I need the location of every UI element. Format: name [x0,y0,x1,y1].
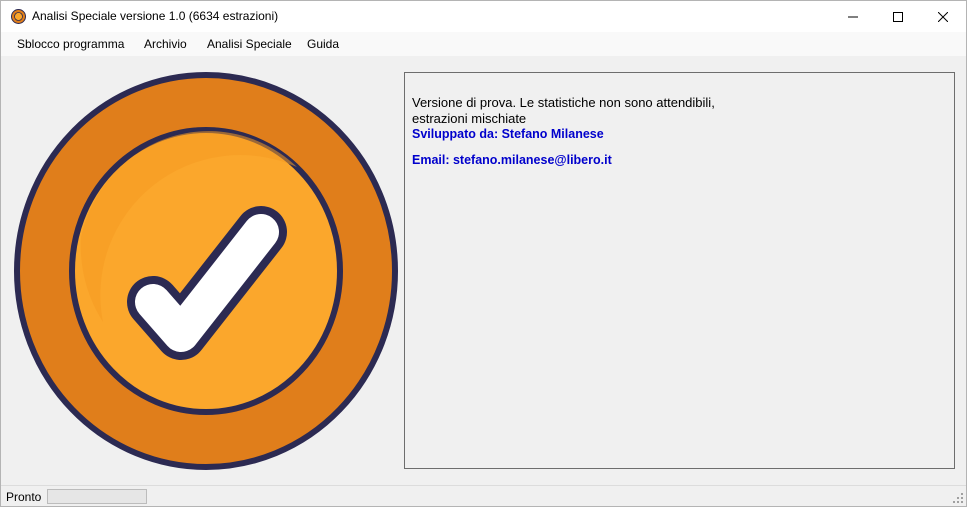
status-label: Pronto [6,490,42,504]
menu-guida[interactable]: Guida [307,37,339,51]
resize-grip-icon[interactable] [953,493,963,503]
info-panel: Versione di prova. Le statistiche non so… [404,72,955,469]
app-window: Analisi Speciale versione 1.0 (6634 estr… [0,0,967,507]
trial-notice-continued: estrazioni mischiate [412,111,527,126]
status-bar: Pronto [1,485,966,506]
window-title: Analisi Speciale versione 1.0 (6634 estr… [32,9,279,23]
trial-notice: Versione di prova. Le statistiche non so… [412,95,715,110]
maximize-button[interactable] [875,1,921,32]
checkmark-badge-icon [14,72,398,470]
close-button[interactable] [920,1,966,32]
minimize-icon [848,16,858,17]
app-icon [11,9,26,24]
title-bar[interactable]: Analisi Speciale versione 1.0 (6634 estr… [1,1,966,32]
minimize-button[interactable] [830,1,876,32]
menu-sblocco-programma[interactable]: Sblocco programma [17,37,124,51]
main-content: Versione di prova. Le statistiche non so… [1,56,966,484]
close-icon [938,11,948,22]
developer-email: Email: stefano.milanese@libero.it [412,153,612,167]
progress-bar [47,489,147,504]
menu-archivio[interactable]: Archivio [144,37,187,51]
developer-credit: Sviluppato da: Stefano Milanese [412,127,604,141]
menu-bar: Sblocco programma Archivio Analisi Speci… [1,32,966,56]
maximize-icon [893,11,903,22]
menu-analisi-speciale[interactable]: Analisi Speciale [207,37,292,51]
